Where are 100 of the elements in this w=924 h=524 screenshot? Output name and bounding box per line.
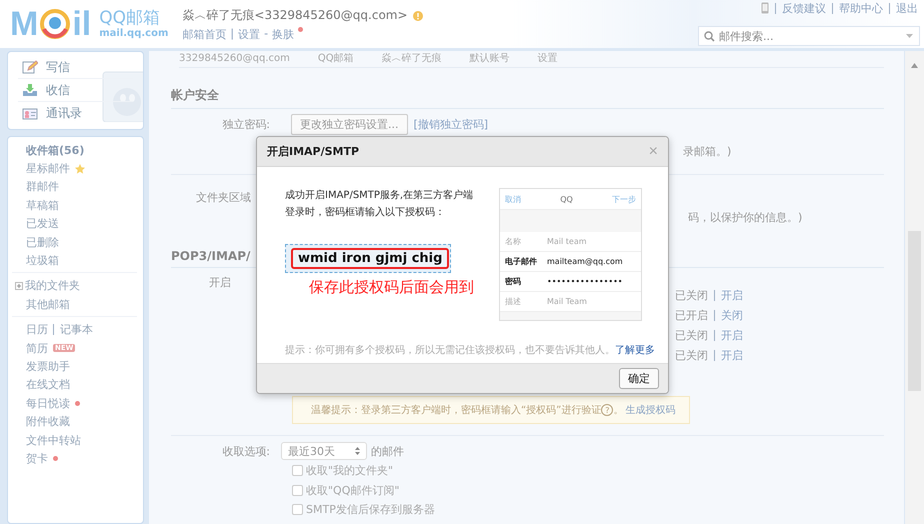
header-link[interactable]: 设置 [238,27,260,42]
info-icon [412,10,423,20]
header-link[interactable]: 换肤 [272,27,294,42]
logo-name: QQ邮箱 [99,9,161,28]
change-password-button[interactable]: 更改独立密码设置... [291,114,408,135]
ok-button[interactable]: 确定 [619,368,659,389]
folder-link[interactable]: 简历 [26,340,48,356]
dropdown-caret-icon[interactable] [906,34,913,38]
checkbox[interactable] [292,504,303,516]
form-label: 电子邮件 [505,256,538,267]
section-title: 帐户安全 [171,74,884,109]
note-text: 录邮箱。) [683,144,732,158]
checkbox[interactable] [292,465,303,476]
close-button[interactable]: × [648,142,658,160]
checkbox[interactable] [292,484,303,496]
folder-link[interactable]: 收件箱(56) [26,142,84,158]
screen-title: QQ [560,194,573,204]
sidebar-action[interactable]: 收信 [18,79,133,102]
top-link[interactable]: 帮助中心 [832,2,883,14]
folder-link[interactable]: 附件收藏 [26,414,70,430]
form-value: Mail Team [547,297,587,306]
authorization-code: wmid iron gjmj chig [291,248,450,269]
folder-link[interactable]: 日历 [26,322,48,338]
checkbox-label: 收取"我的文件夹" [306,463,394,478]
tip-punctuation: 。 [613,404,624,417]
pencil-icon [22,60,38,74]
account-name: 焱︿碎了无痕<3329845260@qq.com> [182,7,408,24]
form-value: Mail team [547,237,587,246]
account-cell: 焱︿碎了无痕 [382,52,442,65]
toggle-link[interactable]: 开启 [714,350,743,360]
scroll-up-icon[interactable] [911,63,918,68]
tip-text: 温馨提示：登录第三方客户端时，密码框请输入“授权码”进行验证 [311,404,602,417]
next-label: 下一步 [612,194,636,204]
field-label: 收取选项: [221,444,271,458]
folder-link[interactable]: 记事本 [53,324,93,336]
select-suffix: 的邮件 [371,444,404,458]
service-status: 已开启 [675,308,708,322]
folder-link[interactable]: 星标邮件 [26,161,70,176]
folder-link[interactable]: 在线文档 [26,377,70,392]
checkbox-label: 收取"QQ邮件订阅" [306,482,400,498]
logo-domain: mail.qq.com [99,28,168,39]
expand-icon[interactable] [15,282,23,290]
dialog-message: 成功开启IMAP/SMTP服务,在第三方客户端登录时，密码框请输入以下授权码： [285,188,474,220]
header-link[interactable]: 邮箱首页 [182,27,226,42]
account-cell: 设置 [538,52,558,65]
form-value: mailteam@qq.com [547,257,623,266]
sidebar-action[interactable]: 通讯录 [18,102,133,125]
toggle-link[interactable]: 开启 [714,330,743,340]
sidebar-action[interactable]: 写信 [18,56,133,79]
folder-link[interactable]: 群邮件 [26,179,59,194]
folder-link[interactable]: 发票助手 [26,358,70,374]
contact-card-icon [22,108,38,120]
top-link[interactable]: 退出 [889,2,918,14]
field-label: 开启 [208,274,232,290]
field-label: 文件夹区域 [195,190,252,204]
folder-link[interactable]: 已删除 [26,234,59,250]
revoke-link[interactable]: [撤销独立密码] [414,117,488,132]
form-label: 名称 [505,236,522,247]
search-icon [704,31,715,42]
folder-link[interactable]: 贺卡 [26,450,48,466]
note-text: 码，以保护你的信息。) [688,210,802,224]
account-cell: 默认账号 [470,52,510,65]
folder-link[interactable]: 我的文件夹 [25,278,80,294]
annotation-text: 保存此授权码后面会用到 [309,278,475,297]
top-link[interactable]: 反馈建议 [775,2,826,14]
cancel-label: 取消 [505,194,521,204]
learn-more-link[interactable]: 了解更多 [615,345,655,356]
account-cell: 3329845260@qq.com [179,52,290,65]
logo-emblem-icon [40,9,70,39]
form-label: 密码 [505,276,522,287]
form-value: •••••••••••••••• [547,277,622,286]
folder-link[interactable]: 其他邮箱 [26,296,70,312]
separator: | [230,27,234,40]
toggle-link[interactable]: 关闭 [714,310,743,320]
service-status: 已关闭 [675,328,708,342]
folder-link[interactable]: 垃圾箱 [26,253,59,268]
form-label: 描述 [505,296,522,307]
folder-link[interactable]: 草稿箱 [26,198,59,213]
toggle-link[interactable]: 开启 [714,290,743,300]
generate-code-link[interactable]: 生成授权码 [625,403,676,417]
checkbox-label: SMTP发信后保存到服务器 [306,502,435,518]
code-field[interactable]: wmid iron gjmj chig [285,244,451,273]
help-icon[interactable]: ? [601,404,614,416]
search-field[interactable]: 邮件搜索... [698,26,920,46]
dialog-title: 开启IMAP/SMTP [267,144,360,159]
separator: - [264,27,268,40]
account-cell: QQ邮箱 [318,52,354,65]
folder-link[interactable]: 已发送 [26,216,59,232]
field-label: 独立密码: [221,117,271,132]
updown-caret-icon [355,447,360,455]
phone-icon[interactable] [761,2,769,14]
hint-text: 提示：你可拥有多个授权码，所以无需记住该授权码，也不要告诉其他人。 [285,345,615,356]
folder-link[interactable]: 文件中转站 [26,432,81,448]
inbox-icon [22,83,38,97]
folder-link[interactable]: 每日悦读 [26,396,70,411]
service-status: 已关闭 [675,288,708,302]
logo-letters: il [72,6,92,42]
range-select[interactable]: 最近30天 [281,442,367,460]
service-status: 已关闭 [675,348,708,362]
logo-letter: M [10,6,38,42]
